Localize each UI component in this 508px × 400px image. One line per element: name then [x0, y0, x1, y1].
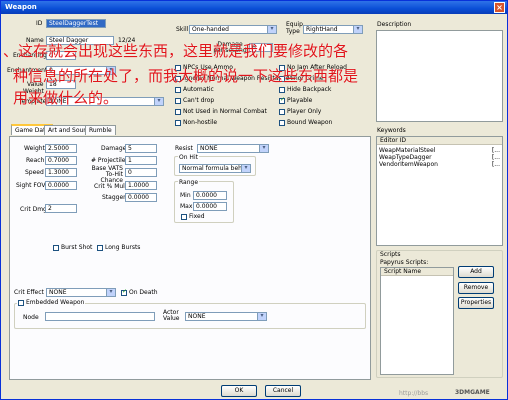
equip-type-label: Equip Type — [286, 21, 303, 35]
speed-label: Speed — [25, 169, 44, 176]
fixed-checkbox[interactable]: Fixed — [181, 213, 205, 221]
flag-not-used-combat[interactable]: Not Used in Normal Combat — [175, 108, 267, 116]
min-field[interactable]: 0.0000 — [193, 191, 227, 200]
checkbox-checked-icon[interactable] — [121, 288, 127, 296]
embedded-weapon-checkbox[interactable]: Embedded Weapon — [17, 299, 86, 307]
cancel-button[interactable]: Cancel — [265, 385, 301, 397]
projectiles-label: # Projectiles — [91, 157, 129, 164]
flag-hide-backpack[interactable]: Hide Backpack — [279, 86, 331, 94]
keywords-list[interactable]: Editor ID WeapMaterialSteel [... WeapType… — [376, 136, 503, 246]
window-title: Weapon — [5, 3, 37, 11]
description-textarea[interactable] — [376, 30, 503, 122]
properties-button[interactable]: Properties — [458, 297, 494, 309]
scripts-header[interactable]: Script Name — [381, 268, 453, 276]
range-label: Range — [178, 179, 200, 187]
id-field[interactable]: SteelDaggerTest — [46, 19, 106, 28]
on-hit-label: On Hit — [178, 154, 199, 162]
scripts-list[interactable]: Script Name — [380, 267, 454, 375]
weight-label: Weight — [24, 145, 45, 152]
description-label: Description — [377, 21, 412, 28]
id-label: ID — [36, 20, 43, 27]
ok-button[interactable]: OK — [221, 385, 257, 397]
actor-value-select[interactable]: NONE — [185, 312, 267, 321]
crit-effect-select[interactable]: NONE — [46, 288, 116, 297]
flag-cant-drop[interactable]: Can't drop — [175, 97, 214, 105]
checkbox-checked-icon[interactable] — [279, 96, 285, 104]
checkbox-icon[interactable] — [175, 86, 181, 93]
sight-fov-field[interactable]: 0.0000 — [45, 181, 77, 190]
checkbox-icon[interactable] — [279, 86, 285, 93]
checkbox-icon[interactable] — [97, 244, 103, 251]
resist-select[interactable]: NONE — [197, 144, 269, 153]
reach-label: Reach — [26, 157, 45, 164]
damage-label: Damage — [101, 145, 127, 152]
speed-field[interactable]: 1.3000 — [45, 168, 77, 177]
list-item[interactable]: WeapTypeDagger [... — [379, 154, 500, 161]
crit-effect-label: Crit Effect — [14, 289, 44, 296]
actor-value-label: Actor Value — [163, 309, 180, 322]
list-item[interactable]: WeapMaterialSteel [... — [379, 147, 500, 154]
checkbox-icon[interactable] — [279, 108, 285, 115]
burst-shot-checkbox[interactable]: Burst Shot — [53, 244, 92, 252]
weight-field[interactable]: 2.5000 — [45, 144, 77, 153]
watermark-brand: 3DMGAME — [455, 389, 490, 396]
add-button[interactable]: Add — [458, 266, 494, 278]
checkbox-icon[interactable] — [181, 213, 187, 220]
annotation-line-1: 、这存就会出现这些东西，这里就是我们要修改的各 — [3, 42, 349, 60]
remove-button[interactable]: Remove — [458, 282, 494, 294]
tab-rumble[interactable]: Rumble — [85, 125, 116, 135]
node-field[interactable] — [45, 312, 155, 321]
papyrus-scripts-label: Papyrus Scripts: — [380, 259, 429, 266]
stagger-label: Stagger — [102, 194, 126, 201]
base-vats-label: Base VATS To-Hit Chance — [91, 165, 123, 184]
crit-mult-label: Crit % Mult — [94, 183, 128, 190]
list-item[interactable]: VendorItemWeapon [... — [379, 161, 500, 168]
flag-playable[interactable]: Playable — [279, 96, 312, 105]
max-field[interactable]: 0.0000 — [193, 202, 227, 211]
crit-dmg-label: Crit Dmg — [20, 206, 47, 213]
equip-type-select[interactable]: RightHand — [303, 25, 363, 34]
base-vats-field[interactable]: 0 — [125, 168, 157, 177]
weapon-window: Weapon × ID SteelDaggerTest Name Steel D… — [0, 0, 508, 400]
flag-automatic[interactable]: Automatic — [175, 86, 214, 94]
projectiles-field[interactable]: 1 — [125, 156, 157, 165]
long-bursts-checkbox[interactable]: Long Bursts — [97, 244, 140, 252]
title-bar: Weapon × — [1, 1, 507, 14]
annotation-line-2: 种信息的所在处了，而我大概的说一下这些东西都是 — [13, 67, 359, 85]
checkbox-icon[interactable] — [175, 108, 181, 115]
reach-field[interactable]: 0.7000 — [45, 156, 77, 165]
crit-mult-field[interactable]: 1.0000 — [125, 181, 157, 190]
min-label: Min — [180, 192, 191, 199]
annotation-line-3: 用来做什么的。 — [13, 89, 119, 107]
damage-field[interactable]: 5 — [125, 144, 157, 153]
skill-select[interactable]: One-handed — [189, 25, 277, 34]
resist-label: Resist — [175, 145, 193, 152]
checkbox-icon[interactable] — [175, 97, 181, 104]
skill-label: Skill — [176, 26, 189, 33]
checkbox-icon[interactable] — [18, 299, 24, 306]
keywords-label: Keywords — [377, 127, 406, 134]
checkbox-icon[interactable] — [53, 244, 59, 251]
flag-player-only[interactable]: Player Only — [279, 108, 321, 116]
scripts-label: Scripts — [380, 251, 401, 258]
node-label: Node — [23, 314, 39, 321]
stagger-field[interactable]: 0.0000 — [125, 193, 157, 202]
on-hit-select[interactable]: Normal formula behavior — [179, 164, 251, 173]
max-label: Max — [180, 203, 193, 210]
crit-dmg-field[interactable]: 2 — [45, 204, 77, 213]
close-icon[interactable]: × — [494, 2, 505, 13]
on-death-checkbox[interactable]: On Death — [121, 288, 158, 297]
sight-fov-label: Sight FOV — [16, 182, 46, 189]
watermark-url: http://bbs — [399, 390, 429, 397]
keywords-header[interactable]: Editor ID — [377, 137, 502, 145]
